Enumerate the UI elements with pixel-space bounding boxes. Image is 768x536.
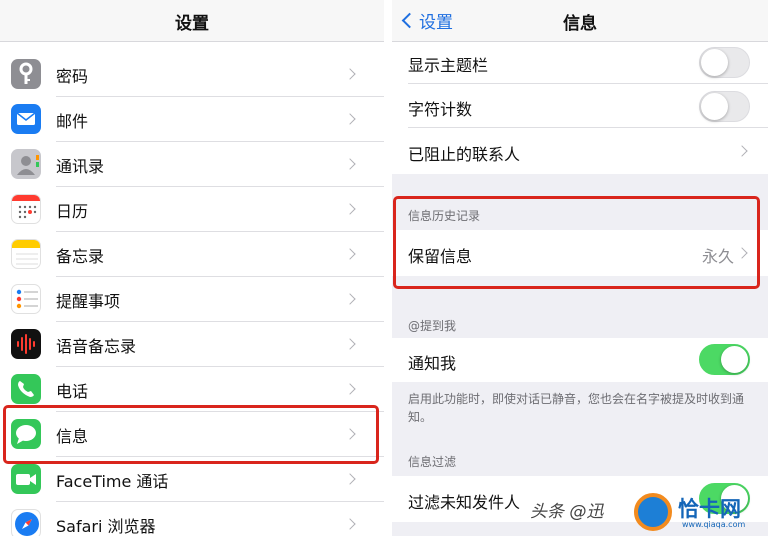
- chevron-right-icon: [344, 203, 356, 215]
- row-label: 通知我: [408, 354, 457, 373]
- chevron-right-icon: [344, 518, 356, 530]
- settings-nav-bar: 设置: [0, 0, 384, 42]
- toggle-knob: [701, 49, 728, 76]
- row-blocked-contacts[interactable]: 已阻止的联系人: [392, 128, 768, 174]
- settings-item-label: 备忘录: [56, 247, 105, 266]
- settings-item-notes[interactable]: 备忘录: [0, 232, 384, 277]
- settings-item-passwords[interactable]: 密码: [0, 52, 384, 97]
- settings-item-label: 通讯录: [56, 157, 105, 176]
- calendar-icon: [11, 194, 41, 224]
- watermark-text: 头条 @迅: [530, 502, 604, 522]
- settings-pane: 设置 密码 邮件 通讯录 日历 备忘录 提醒事项 语音备忘录 电话 信息 Fac…: [0, 0, 384, 536]
- highlight-box-history: [393, 196, 760, 289]
- row-label: 显示主题栏: [408, 56, 489, 75]
- highlight-box-messages: [3, 405, 379, 464]
- row-show-subject: 显示主题栏: [392, 42, 768, 84]
- toggle-knob: [721, 346, 748, 373]
- settings-title: 设置: [175, 14, 209, 34]
- chevron-right-icon: [344, 293, 356, 305]
- toggle-knob: [701, 93, 728, 120]
- settings-item-contacts[interactable]: 通讯录: [0, 142, 384, 187]
- voice-memos-icon: [11, 329, 41, 359]
- logo-circle-icon: [634, 493, 672, 531]
- logo-text: 恰卡网: [678, 497, 741, 521]
- notes-icon: [11, 239, 41, 269]
- facetime-icon: [11, 464, 41, 494]
- logo-subtext: www.qiaqa.com: [682, 520, 746, 529]
- chevron-right-icon: [344, 473, 356, 485]
- show-subject-toggle[interactable]: [699, 47, 750, 78]
- settings-item-label: 日历: [56, 202, 89, 221]
- settings-item-label: FaceTime 通话: [56, 472, 169, 491]
- watermark-logo: 恰卡网 www.qiaqa.com: [632, 490, 766, 534]
- contacts-icon: [11, 149, 41, 179]
- settings-item-label: 密码: [56, 67, 89, 86]
- chevron-right-icon: [344, 338, 356, 350]
- row-label: 过滤未知发件人: [408, 493, 521, 512]
- safari-icon: [11, 509, 41, 536]
- character-count-toggle[interactable]: [699, 91, 750, 122]
- settings-item-label: Safari 浏览器: [56, 517, 156, 536]
- notify-me-toggle[interactable]: [699, 344, 750, 375]
- chevron-right-icon: [344, 113, 356, 125]
- messages-nav-bar: 设置 信息: [392, 0, 768, 42]
- row-label: 已阻止的联系人: [408, 145, 521, 164]
- section-header-filtering: 信息过滤: [408, 455, 457, 469]
- settings-item-label: 语音备忘录: [56, 337, 137, 356]
- settings-item-reminders[interactable]: 提醒事项: [0, 277, 384, 322]
- messages-settings-pane: 设置 信息 显示主题栏 字符计数 已阻止的联系人 信息历史记录 保留信息 永久 …: [392, 0, 768, 536]
- key-icon: [11, 59, 41, 89]
- messages-title: 信息: [563, 14, 597, 34]
- reminders-icon: [11, 284, 41, 314]
- row-label: 字符计数: [408, 100, 473, 119]
- row-notify-me: 通知我: [392, 338, 768, 382]
- settings-item-voice-memos[interactable]: 语音备忘录: [0, 322, 384, 367]
- chevron-right-icon: [344, 248, 356, 260]
- row-character-count: 字符计数: [392, 84, 768, 128]
- settings-item-safari[interactable]: Safari 浏览器: [0, 502, 384, 536]
- chevron-right-icon: [344, 68, 356, 80]
- phone-icon: [11, 374, 41, 404]
- settings-item-mail[interactable]: 邮件: [0, 97, 384, 142]
- chevron-right-icon: [344, 383, 356, 395]
- section-header-mentions: @提到我: [408, 319, 457, 333]
- notify-footer-text: 启用此功能时，即使对话已静音，您也会在名字被提及时收到通知。: [408, 392, 745, 424]
- settings-item-label: 电话: [56, 382, 89, 401]
- mail-icon: [11, 104, 41, 134]
- settings-item-calendar[interactable]: 日历: [0, 187, 384, 232]
- settings-item-label: 邮件: [56, 112, 89, 131]
- settings-item-label: 提醒事项: [56, 292, 121, 311]
- chevron-right-icon: [344, 158, 356, 170]
- chevron-right-icon: [736, 145, 748, 157]
